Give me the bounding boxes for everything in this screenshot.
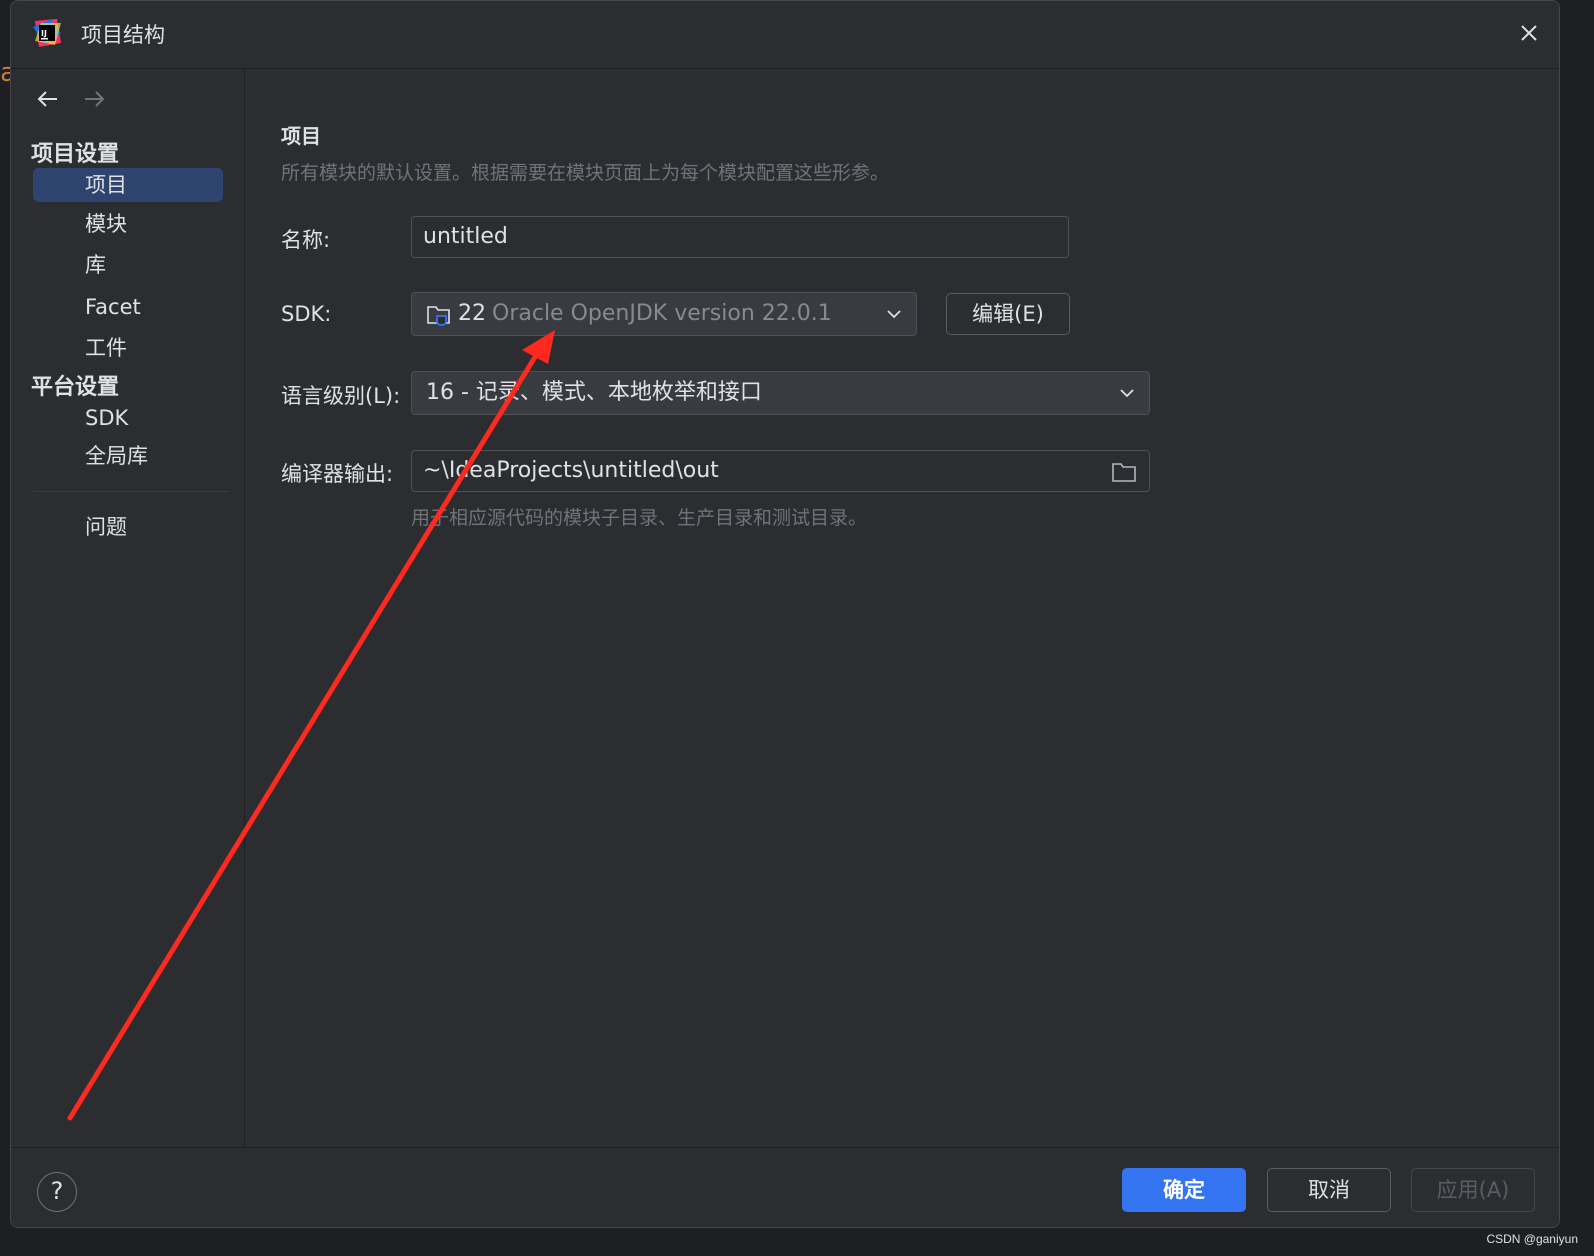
language-level-label: 语言级别(L): (281, 384, 401, 408)
navigation-arrows (35, 86, 107, 112)
sdk-dropdown[interactable]: 22 Oracle OpenJDK version 22.0.1 (411, 292, 917, 336)
sidebar-item-sdk[interactable]: SDK (33, 401, 223, 435)
ok-button[interactable]: 确定 (1122, 1168, 1246, 1212)
jdk-folder-icon (427, 306, 450, 326)
intellij-logo-icon: IJ (33, 19, 61, 47)
window-title: 项目结构 (81, 23, 165, 47)
watermark: CSDN @ganiyun (1486, 1232, 1578, 1246)
page-title: 项目 (281, 124, 321, 148)
sdk-name: Oracle OpenJDK version 22.0.1 (492, 301, 832, 326)
edit-sdk-button[interactable]: 编辑(E) (946, 293, 1070, 335)
title-bar: IJ 项目结构 (11, 1, 1559, 69)
project-settings-panel: 项目 所有模块的默认设置。根据需要在模块页面上为每个模块配置这些形参。 名称: … (246, 70, 1559, 1147)
compiler-output-label: 编译器输出: (281, 462, 394, 486)
chevron-down-icon (1120, 389, 1134, 398)
sidebar-item-modules[interactable]: 模块 (33, 207, 223, 241)
project-name-field[interactable]: untitled (411, 216, 1069, 258)
language-level-value: 16 - 记录、模式、本地枚举和接口 (426, 380, 762, 405)
sidebar-item-facets[interactable]: Facet (33, 290, 223, 324)
sidebar-item-problems[interactable]: 问题 (33, 510, 223, 544)
sdk-label: SDK: (281, 302, 332, 326)
compiler-output-field[interactable]: ~\IdeaProjects\untitled\out (411, 450, 1150, 492)
close-icon[interactable] (1517, 21, 1541, 45)
cancel-button[interactable]: 取消 (1267, 1168, 1391, 1212)
help-button[interactable]: ? (37, 1172, 77, 1212)
sidebar-item-global-libraries[interactable]: 全局库 (33, 439, 223, 473)
compiler-output-value: ~\IdeaProjects\untitled\out (423, 458, 719, 483)
project-structure-dialog: IJ 项目结构 项目设置 项目 模块 库 Facet 工件 平台设置 SDK 全… (10, 0, 1560, 1228)
project-settings-header: 项目设置 (31, 142, 120, 167)
dialog-footer: ? 确定 取消 应用(A) (11, 1147, 1559, 1227)
forward-arrow-icon[interactable] (81, 86, 107, 112)
compiler-output-hint: 用于相应源代码的模块子目录、生产目录和测试目录。 (411, 507, 868, 529)
sdk-version: 22 (458, 301, 486, 326)
page-description: 所有模块的默认设置。根据需要在模块页面上为每个模块配置这些形参。 (281, 162, 890, 184)
browse-folder-icon[interactable] (1111, 460, 1137, 484)
platform-settings-header: 平台设置 (31, 375, 120, 400)
sidebar: 项目设置 项目 模块 库 Facet 工件 平台设置 SDK 全局库 问题 (11, 70, 245, 1147)
sidebar-item-project[interactable]: 项目 (33, 168, 223, 202)
apply-button[interactable]: 应用(A) (1411, 1168, 1535, 1212)
sidebar-item-artifacts[interactable]: 工件 (33, 331, 223, 365)
language-level-dropdown[interactable]: 16 - 记录、模式、本地枚举和接口 (411, 371, 1150, 415)
sidebar-divider (33, 491, 229, 492)
svg-text:IJ: IJ (41, 29, 47, 38)
name-label: 名称: (281, 228, 331, 252)
sidebar-item-libraries[interactable]: 库 (33, 248, 223, 282)
back-arrow-icon[interactable] (35, 86, 61, 112)
chevron-down-icon (887, 310, 901, 319)
